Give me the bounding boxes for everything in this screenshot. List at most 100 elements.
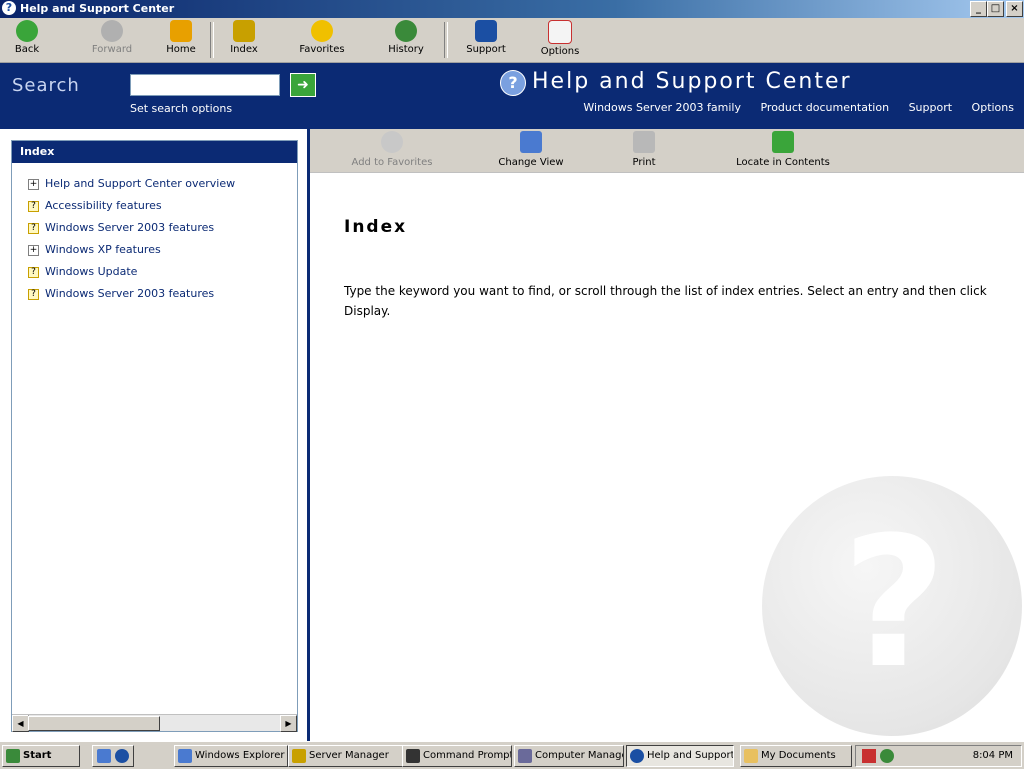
history-clock-icon	[395, 20, 417, 42]
document-icon: ?	[28, 266, 39, 278]
tree-item[interactable]: + Help and Support Center overview	[28, 177, 235, 195]
help-app-icon	[630, 749, 644, 763]
document-icon: ?	[28, 288, 39, 300]
app-icon	[518, 749, 532, 763]
expand-icon[interactable]: +	[28, 178, 39, 190]
taskbar-button[interactable]: Command Prompt	[402, 745, 512, 767]
taskbar-button-label: My Documents	[761, 750, 836, 761]
taskbar-button-label: Computer Management	[535, 750, 623, 761]
locate-button[interactable]: Locate in Contents	[698, 131, 868, 169]
locate-label: Locate in Contents	[736, 157, 830, 168]
quick-launch	[92, 745, 134, 767]
tray-clock[interactable]: 8:04 PM	[973, 746, 1013, 766]
help-watermark-icon: ?	[762, 476, 1022, 736]
content-pane: Index Type the keyword you want to find,…	[310, 173, 1024, 741]
index-label: Index	[230, 44, 258, 55]
back-label: Back	[14, 44, 40, 55]
app-icon	[406, 749, 420, 763]
scroll-right-arrow-icon[interactable]: ▶	[280, 715, 297, 732]
taskbar-button-label: Server Manager	[309, 750, 389, 761]
start-button[interactable]: Start	[2, 745, 80, 767]
folder-icon	[744, 749, 758, 763]
search-input[interactable]	[130, 74, 280, 96]
header-link[interactable]: Windows Server 2003 family	[583, 101, 741, 114]
content-toolbar: Add to Favorites Change View Print Locat…	[310, 129, 1024, 173]
home-label: Home	[166, 44, 196, 55]
start-label: Start	[23, 750, 52, 761]
windows-logo-icon	[6, 749, 20, 763]
index-pane-title: Index	[12, 141, 297, 163]
search-options-link[interactable]: Set search options	[130, 102, 232, 115]
scrollbar-thumb[interactable]	[28, 716, 160, 731]
content-title: Index	[344, 217, 408, 237]
taskbar-button-active[interactable]: Help and Support	[626, 745, 734, 767]
history-label: History	[388, 44, 424, 55]
tree-item-label: Windows Server 2003 features	[45, 287, 215, 300]
locate-icon	[772, 131, 794, 153]
brand-title: Help and Support Center	[532, 69, 852, 94]
support-label: Support	[466, 44, 506, 55]
taskbar-button[interactable]: Windows Explorer	[174, 745, 288, 767]
taskbar-button[interactable]: Server Manager	[288, 745, 404, 767]
favorites-label: Favorites	[299, 44, 345, 55]
change-view-icon	[520, 131, 542, 153]
help-icon: ?	[500, 70, 526, 96]
back-arrow-icon	[16, 20, 38, 42]
tree-item-label: Windows Update	[45, 265, 138, 278]
taskbar: Start Windows Explorer Server Manager Co…	[0, 741, 1024, 769]
maximize-button[interactable]: □	[987, 1, 1004, 17]
title-bar: ? Help and Support Center _ □ ×	[0, 0, 1024, 18]
search-go-button[interactable]: ➜	[290, 73, 316, 97]
index-pane: Index + Help and Support Center overview …	[11, 140, 298, 732]
expand-icon[interactable]: +	[28, 244, 39, 256]
history-button[interactable]: History	[376, 20, 436, 60]
forward-arrow-icon	[101, 20, 123, 42]
system-tray: 8:04 PM	[855, 745, 1022, 767]
tree-item-label: Windows XP features	[45, 243, 161, 256]
tree-item-label: Accessibility features	[45, 199, 162, 212]
tree-item[interactable]: ? Windows Server 2003 features	[28, 221, 214, 239]
options-icon	[548, 20, 572, 44]
add-to-favorites-button[interactable]: Add to Favorites	[314, 131, 470, 169]
add-favorites-icon	[381, 131, 403, 153]
tray-icon[interactable]	[880, 749, 894, 763]
favorites-button[interactable]: Favorites	[280, 20, 364, 60]
ie-icon[interactable]	[97, 749, 111, 763]
forward-label: Forward	[91, 44, 133, 55]
horizontal-scrollbar[interactable]: ◀ ▶	[12, 714, 297, 732]
index-button[interactable]: Index	[218, 20, 270, 60]
support-button[interactable]: Support	[452, 20, 520, 60]
close-button[interactable]: ×	[1006, 1, 1023, 17]
taskbar-button-label: Help and Support	[647, 750, 734, 761]
forward-button[interactable]: Forward	[84, 20, 140, 60]
add-favorites-label: Add to Favorites	[351, 157, 433, 168]
home-button[interactable]: Home	[160, 20, 202, 60]
header-link[interactable]: Options	[972, 101, 1014, 114]
taskbar-button[interactable]: My Documents	[740, 745, 852, 767]
header-link[interactable]: Support	[909, 101, 952, 114]
toolbar-separator	[444, 22, 448, 58]
tree-item[interactable]: ? Windows Update	[28, 265, 137, 283]
print-label: Print	[632, 157, 656, 168]
tree-item[interactable]: + Windows XP features	[28, 243, 161, 261]
print-button[interactable]: Print	[594, 131, 694, 169]
scroll-left-arrow-icon[interactable]: ◀	[12, 715, 29, 732]
change-view-button[interactable]: Change View	[476, 131, 586, 169]
taskbar-button[interactable]: Computer Management	[514, 745, 624, 767]
taskbar-button-label: Command Prompt	[423, 750, 512, 761]
tree-item-label: Help and Support Center overview	[45, 177, 236, 190]
search-header: Search ➜ Set search options ? Help and S…	[0, 63, 1024, 129]
tree-item[interactable]: ? Accessibility features	[28, 199, 162, 217]
header-link[interactable]: Product documentation	[760, 101, 889, 114]
content-paragraph: Type the keyword you want to find, or sc…	[344, 284, 987, 318]
taskbar-button-label: Windows Explorer	[195, 750, 285, 761]
support-icon	[475, 20, 497, 42]
back-button[interactable]: Back	[6, 20, 48, 60]
explorer-icon[interactable]	[115, 749, 129, 763]
tray-icon[interactable]	[862, 749, 876, 763]
tree-item[interactable]: ? Windows Server 2003 features	[28, 287, 214, 305]
search-label: Search	[12, 75, 80, 96]
options-button[interactable]: Options	[530, 20, 590, 60]
minimize-button[interactable]: _	[970, 1, 987, 17]
help-app-icon: ?	[2, 1, 16, 15]
